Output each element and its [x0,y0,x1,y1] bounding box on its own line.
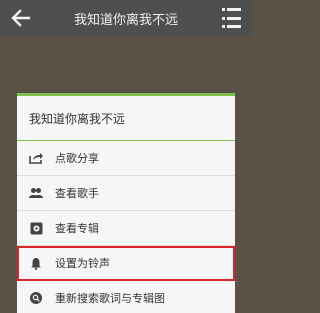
menu-item-label: 查看专辑 [55,222,99,235]
people-icon [29,186,43,200]
menu-item-view-album[interactable]: 查看专辑 [17,211,235,246]
share-icon [29,151,43,165]
menu-item-research-lyrics[interactable]: 重新搜索歌词与专辑图 [17,281,235,313]
menu-item-set-ringtone[interactable]: 设置为铃声 [17,246,235,281]
song-options-dialog: 我知道你离我不远 点歌分享 查看歌手 查看专辑 设置为铃声 重新搜索歌词与专辑图 [17,93,235,313]
menu-item-label: 点歌分享 [55,152,99,165]
top-bar: 我知道你离我不远 [0,0,252,36]
menu-item-label: 设置为铃声 [55,257,110,270]
menu-item-label: 查看歌手 [55,187,99,200]
menu-item-share[interactable]: 点歌分享 [17,141,235,176]
bell-icon [29,256,43,270]
list-menu-icon[interactable] [222,8,244,28]
menu-item-label: 重新搜索歌词与专辑图 [55,292,165,305]
album-icon [29,221,43,235]
back-arrow-icon[interactable] [8,6,34,30]
menu-item-view-artist[interactable]: 查看歌手 [17,176,235,211]
search-refresh-icon [29,291,43,305]
dialog-title: 我知道你离我不远 [17,96,235,141]
page-title: 我知道你离我不远 [73,12,178,28]
